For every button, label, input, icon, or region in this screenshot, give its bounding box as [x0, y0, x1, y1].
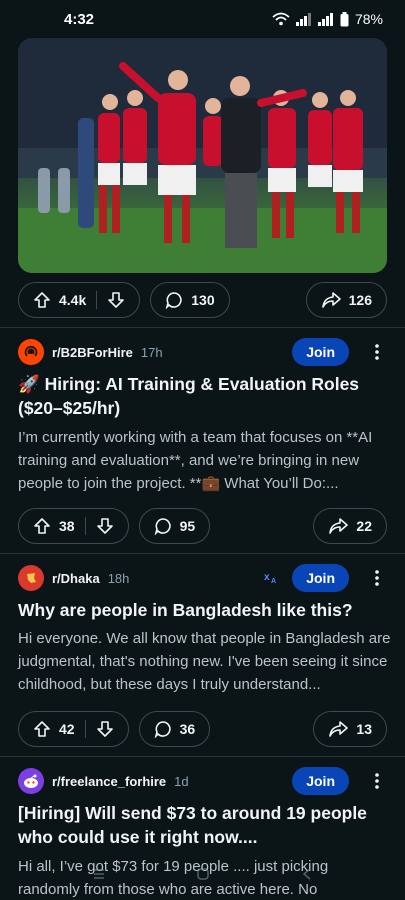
subreddit-name[interactable]: r/B2BForHire [52, 345, 133, 360]
comment-icon [154, 517, 172, 535]
vote-control: 38 [18, 508, 129, 544]
post1-actions: 4.4k 130 126 [18, 282, 387, 318]
join-button[interactable]: Join [292, 767, 349, 795]
status-icons: 78% [272, 11, 383, 27]
downvote-icon[interactable] [107, 291, 125, 309]
post-body[interactable]: Hi everyone. We all know that people in … [18, 627, 391, 696]
comment-icon [154, 720, 172, 738]
post3-actions: 42 36 13 [18, 711, 387, 747]
home-nav-icon[interactable] [196, 867, 210, 886]
vote-separator [96, 291, 98, 309]
share-icon [321, 291, 341, 309]
recents-nav-icon[interactable] [92, 867, 106, 886]
vote-separator [84, 720, 86, 738]
share-button[interactable]: 13 [313, 711, 387, 747]
post-header: r/B2BForHire 17h Join [18, 338, 387, 366]
status-time: 4:32 [64, 10, 95, 28]
more-icon[interactable] [367, 767, 387, 795]
post-title[interactable]: Why are people in Bangladesh like this? [18, 598, 391, 622]
share-count: 13 [356, 721, 372, 737]
share-count: 22 [356, 518, 372, 534]
post-title[interactable]: [Hiring] Will send $73 to around 19 peop… [18, 801, 391, 849]
signal-icon [317, 12, 334, 26]
comments-button[interactable]: 130 [150, 282, 230, 318]
svg-text:A: A [271, 578, 276, 584]
wifi-icon [272, 12, 290, 26]
downvote-icon[interactable] [96, 720, 114, 738]
join-button[interactable]: Join [292, 564, 349, 592]
status-bar: 4:32 78% [0, 0, 405, 38]
share-icon [328, 720, 349, 738]
share-count: 126 [348, 292, 372, 308]
back-nav-icon[interactable] [300, 867, 314, 886]
upvote-count: 4.4k [59, 292, 87, 308]
avatar[interactable] [18, 768, 44, 794]
comment-count: 130 [191, 292, 215, 308]
svg-text:x: x [264, 572, 270, 583]
share-button[interactable]: 22 [313, 508, 387, 544]
post2-actions: 38 95 22 [18, 508, 387, 544]
post-age: 1d [174, 773, 189, 789]
upvote-count: 38 [59, 518, 75, 534]
post-age: 18h [107, 570, 130, 586]
more-icon[interactable] [367, 338, 387, 366]
join-button[interactable]: Join [292, 338, 349, 366]
post-divider [0, 553, 405, 554]
vote-separator [84, 517, 86, 535]
more-icon[interactable] [367, 564, 387, 592]
signal-icon [295, 12, 312, 26]
comments-button[interactable]: 36 [138, 711, 211, 747]
avatar[interactable] [18, 339, 44, 365]
downvote-icon[interactable] [96, 517, 114, 535]
system-nav [0, 867, 405, 886]
battery-percent: 78% [354, 11, 383, 27]
post-title[interactable]: 🚀 Hiring: AI Training & Evaluation Roles… [18, 372, 391, 420]
upvote-icon[interactable] [33, 720, 51, 738]
post-header: r/freelance_forhire 1d Join [18, 767, 387, 795]
post-header: r/Dhaka 18h xA Join [18, 564, 387, 592]
subreddit-name[interactable]: r/Dhaka [52, 571, 100, 586]
post-divider [0, 327, 405, 328]
comments-button[interactable]: 95 [138, 508, 211, 544]
share-button[interactable]: 126 [305, 282, 387, 318]
comment-count: 95 [179, 518, 196, 534]
subreddit-name[interactable]: r/freelance_forhire [52, 774, 166, 789]
upvote-icon[interactable] [33, 517, 51, 535]
avatar[interactable] [18, 565, 44, 591]
battery-icon [340, 11, 349, 27]
translate-icon[interactable]: xA [264, 570, 278, 587]
comment-count: 36 [179, 721, 196, 737]
upvote-icon[interactable] [33, 291, 51, 309]
post-image[interactable] [18, 38, 387, 273]
comment-icon [165, 291, 183, 309]
upvote-count: 42 [59, 721, 75, 737]
post-body[interactable]: I’m currently working with a team that f… [18, 426, 391, 495]
share-icon [328, 517, 349, 535]
vote-control: 4.4k [18, 282, 141, 318]
post-age: 17h [140, 344, 163, 360]
post-divider [0, 756, 405, 757]
vote-control: 42 [18, 711, 129, 747]
